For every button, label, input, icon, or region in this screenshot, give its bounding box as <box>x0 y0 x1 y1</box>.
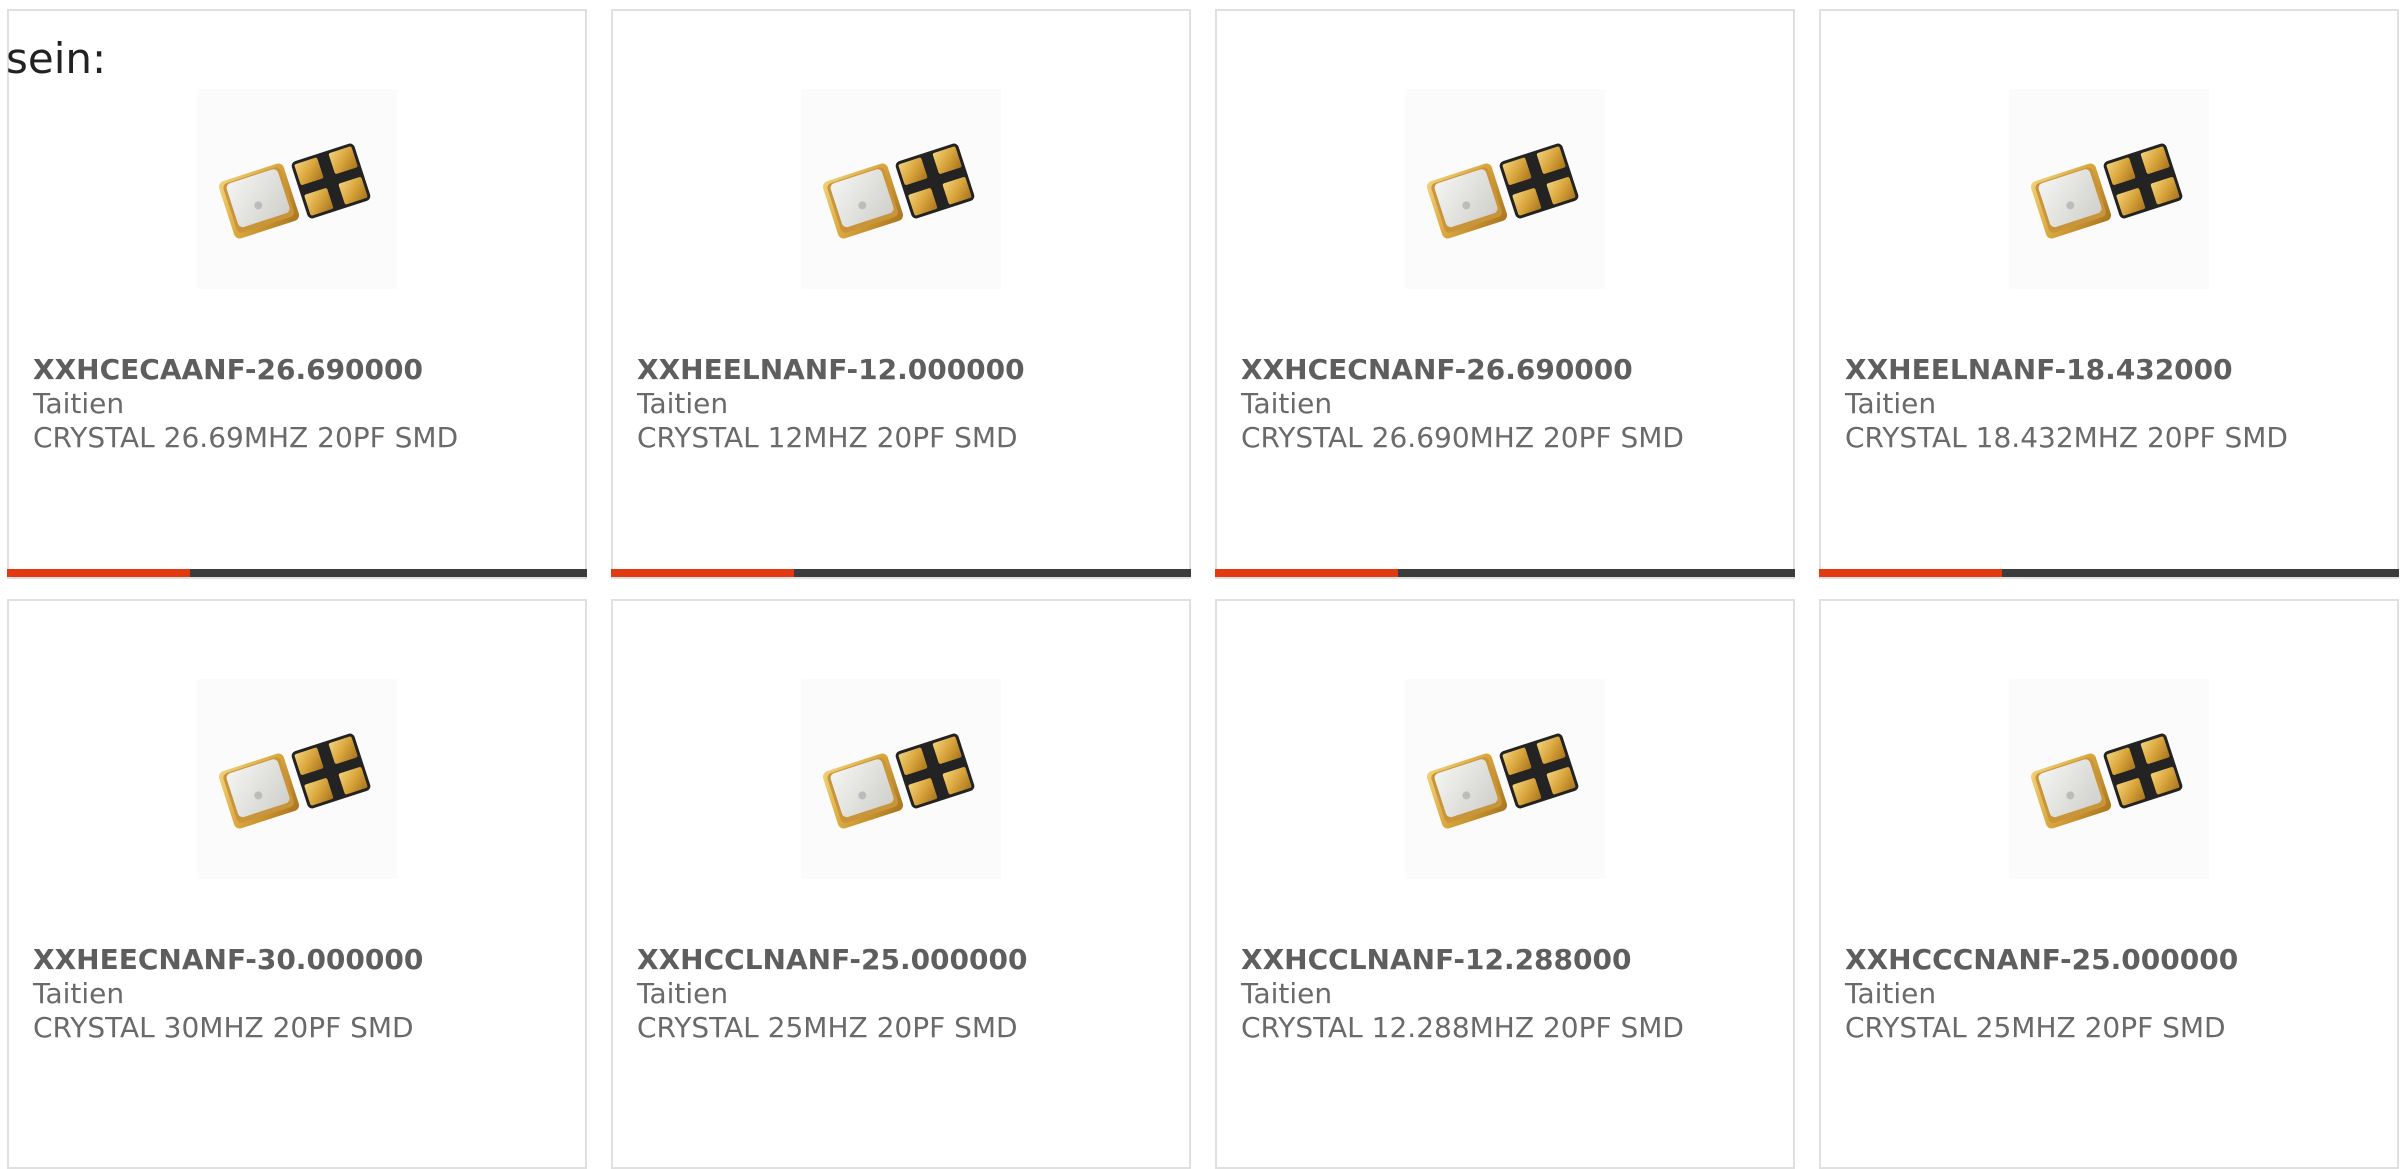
product-description: CRYSTAL 26.69MHZ 20PF SMD <box>33 421 459 454</box>
card-hover-bar <box>1215 569 1795 577</box>
product-description: CRYSTAL 26.690MHZ 20PF SMD <box>1241 421 1684 454</box>
card-accent-bar <box>1819 569 2002 577</box>
product-card[interactable]: XXHCECAANF-26.690000 Taitien CRYSTAL 26.… <box>7 9 587 579</box>
product-part-number[interactable]: XXHEELNANF-12.000000 <box>637 353 1025 387</box>
product-description: CRYSTAL 25MHZ 20PF SMD <box>1845 1011 2226 1044</box>
product-card[interactable]: XXHCCLNANF-25.000000 Taitien CRYSTAL 25M… <box>611 599 1191 1169</box>
product-manufacturer: Taitien <box>637 387 729 420</box>
product-part-number[interactable]: XXHCCCNANF-25.000000 <box>1845 943 2238 977</box>
card-hover-bar <box>1819 569 2399 577</box>
product-manufacturer: Taitien <box>1845 387 1937 420</box>
product-part-number[interactable]: XXHCECNANF-26.690000 <box>1241 353 1684 387</box>
product-manufacturer: Taitien <box>637 977 729 1010</box>
product-manufacturer: Taitien <box>1241 977 1333 1010</box>
product-card[interactable]: XXHEELNANF-18.432000 Taitien CRYSTAL 18.… <box>1819 9 2399 579</box>
card-hover-bar <box>7 569 587 577</box>
product-manufacturer: Taitien <box>1845 977 1937 1010</box>
crystal-oscillator-icon[interactable] <box>1405 89 1605 289</box>
product-part-number[interactable]: XXHCCLNANF-25.000000 <box>637 943 1027 977</box>
product-description: CRYSTAL 18.432MHZ 20PF SMD <box>1845 421 2288 454</box>
product-card[interactable]: XXHCECNANF-26.690000 Taitien CRYSTAL 26.… <box>1215 9 1795 579</box>
product-card[interactable]: XXHCCLNANF-12.288000 Taitien CRYSTAL 12.… <box>1215 599 1795 1169</box>
intro-text: sein: <box>6 34 107 83</box>
product-card[interactable]: XXHEECNANF-30.000000 Taitien CRYSTAL 30M… <box>7 599 587 1169</box>
card-hover-bar <box>611 569 1191 577</box>
crystal-oscillator-icon[interactable] <box>2009 679 2209 879</box>
product-description: CRYSTAL 30MHZ 20PF SMD <box>33 1011 414 1044</box>
product-grid: XXHCECAANF-26.690000 Taitien CRYSTAL 26.… <box>7 9 2400 1169</box>
product-card[interactable]: XXHEELNANF-12.000000 Taitien CRYSTAL 12M… <box>611 9 1191 579</box>
crystal-oscillator-icon[interactable] <box>1405 679 1605 879</box>
product-part-number[interactable]: XXHEECNANF-30.000000 <box>33 943 423 977</box>
product-manufacturer: Taitien <box>33 977 125 1010</box>
card-accent-bar <box>611 569 794 577</box>
product-card[interactable]: XXHCCCNANF-25.000000 Taitien CRYSTAL 25M… <box>1819 599 2399 1169</box>
product-part-number[interactable]: XXHEELNANF-18.432000 <box>1845 353 2288 387</box>
product-part-number[interactable]: XXHCCLNANF-12.288000 <box>1241 943 1684 977</box>
product-manufacturer: Taitien <box>33 387 125 420</box>
crystal-oscillator-icon[interactable] <box>801 679 1001 879</box>
crystal-oscillator-icon[interactable] <box>801 89 1001 289</box>
product-description: CRYSTAL 12MHZ 20PF SMD <box>637 421 1018 454</box>
product-description: CRYSTAL 12.288MHZ 20PF SMD <box>1241 1011 1684 1044</box>
card-accent-bar <box>1215 569 1398 577</box>
crystal-oscillator-icon[interactable] <box>197 679 397 879</box>
crystal-oscillator-icon[interactable] <box>197 89 397 289</box>
product-description: CRYSTAL 25MHZ 20PF SMD <box>637 1011 1018 1044</box>
product-manufacturer: Taitien <box>1241 387 1333 420</box>
product-part-number[interactable]: XXHCECAANF-26.690000 <box>33 353 458 387</box>
crystal-oscillator-icon[interactable] <box>2009 89 2209 289</box>
card-accent-bar <box>7 569 190 577</box>
